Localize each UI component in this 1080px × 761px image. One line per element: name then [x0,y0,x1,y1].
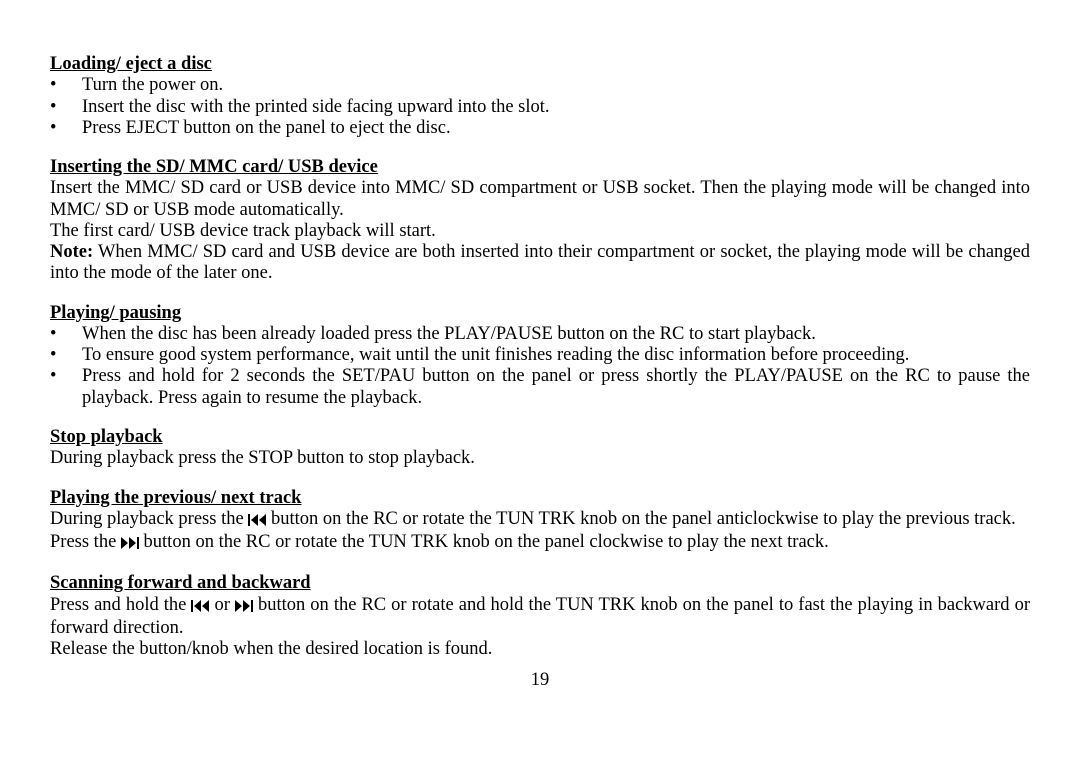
list-loading: Turn the power on. Insert the disc with … [50,75,1030,139]
body-text: During playback press the button on the … [50,509,1030,532]
list-item: When the disc has been already loaded pr… [50,324,1030,345]
note-label: Note: [50,242,93,262]
heading-stop: Stop playback [50,427,1030,448]
list-item: Insert the disc with the printed side fa… [50,97,1030,118]
body-text: The first card/ USB device track playbac… [50,221,1030,242]
note-text: Note: When MMC/ SD card and USB device a… [50,242,1030,285]
page-number: 19 [50,670,1030,691]
list-item: Press and hold for 2 seconds the SET/PAU… [50,366,1030,409]
section-loading: Loading/ eject a disc Turn the power on.… [50,54,1030,139]
heading-playing: Playing/ pausing [50,303,1030,324]
body-text: Insert the MMC/ SD card or USB device in… [50,178,1030,221]
text-fragment: Press and hold the [50,595,191,615]
note-body: When MMC/ SD card and USB device are bot… [50,242,1030,283]
list-item: To ensure good system performance, wait … [50,345,1030,366]
heading-inserting: Inserting the SD/ MMC card/ USB device [50,157,1030,178]
body-text: Press the button on the RC or rotate the… [50,532,1030,555]
text-fragment: button on the RC or rotate the TUN TRK k… [266,509,1015,529]
list-item: Turn the power on. [50,75,1030,96]
prev-track-icon [191,597,209,618]
list-item: Press EJECT button on the panel to eject… [50,118,1030,139]
text-fragment: or [209,595,235,615]
section-prevnext: Playing the previous/ next track During … [50,488,1030,556]
body-text: Press and hold the or button on the RC o… [50,595,1030,640]
body-text: During playback press the STOP button to… [50,448,1030,469]
heading-scanning: Scanning forward and backward [50,573,1030,594]
section-scanning: Scanning forward and backward Press and … [50,573,1030,660]
text-fragment: button on the RC or rotate the TUN TRK k… [139,532,829,552]
section-inserting: Inserting the SD/ MMC card/ USB device I… [50,157,1030,285]
section-stop: Stop playback During playback press the … [50,427,1030,470]
prev-track-icon [248,511,266,532]
next-track-icon [235,597,253,618]
list-playing: When the disc has been already loaded pr… [50,324,1030,409]
text-fragment: During playback press the [50,509,248,529]
manual-page: Loading/ eject a disc Turn the power on.… [0,0,1080,692]
section-playing: Playing/ pausing When the disc has been … [50,303,1030,409]
next-track-icon [121,534,139,555]
heading-loading: Loading/ eject a disc [50,54,1030,75]
text-fragment: Press the [50,532,121,552]
heading-prevnext: Playing the previous/ next track [50,488,1030,509]
body-text: Release the button/knob when the desired… [50,639,1030,660]
